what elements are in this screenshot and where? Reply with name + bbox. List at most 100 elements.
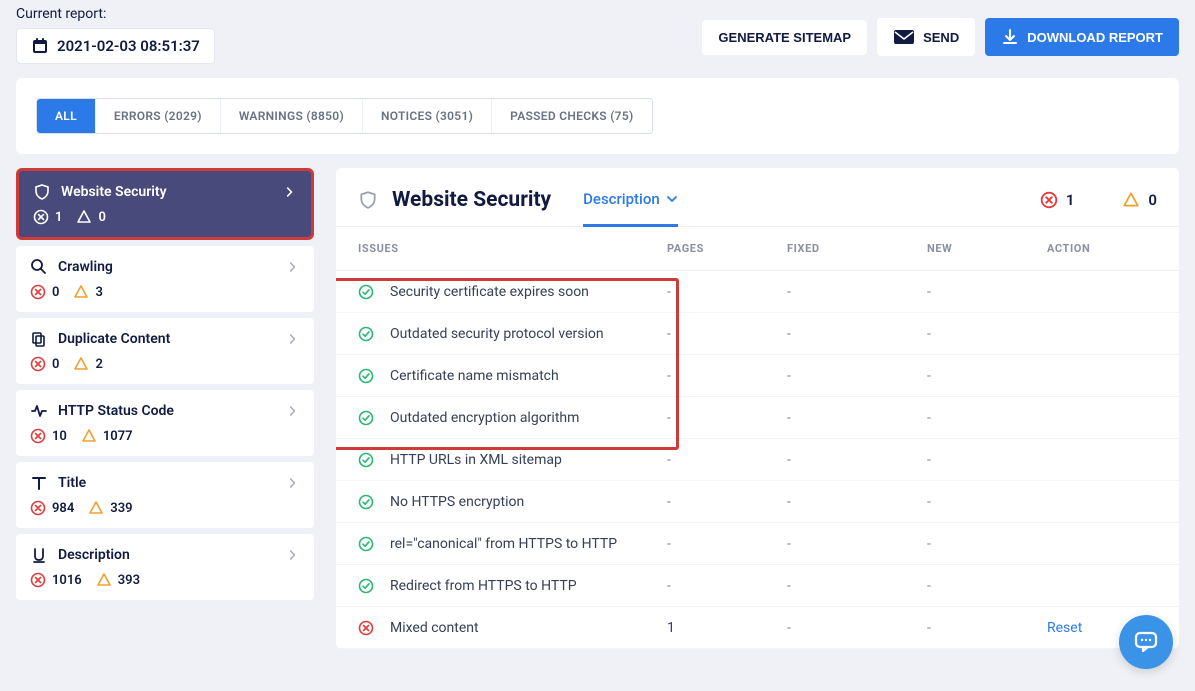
chevron-right-icon <box>286 548 300 562</box>
sidebar-item-description[interactable]: Description 1016 393 <box>16 534 314 600</box>
sidebar-item-duplicate-content[interactable]: Duplicate Content 0 2 <box>16 318 314 384</box>
tab-passed-checks[interactable]: PASSED CHECKS (75) <box>492 99 651 133</box>
calendar-icon <box>31 37 49 55</box>
chevron-right-icon <box>286 476 300 490</box>
table-row[interactable]: No HTTPS encryption - - - <box>336 481 1179 523</box>
pages-value: - <box>667 452 787 468</box>
table-row[interactable]: Mixed content 1 - - Reset <box>336 607 1179 649</box>
col-action: ACTION <box>1047 242 1157 255</box>
tab-warnings[interactable]: WARNINGS (8850) <box>221 99 363 133</box>
pages-value: - <box>667 494 787 510</box>
sidebar-item-crawling[interactable]: Crawling 0 3 <box>16 246 314 312</box>
issue-name: Outdated security protocol version <box>390 326 604 342</box>
copy-icon <box>30 330 48 348</box>
sidebar-item-title: Duplicate Content <box>58 331 276 347</box>
issues-panel: Website Security Description 1 0 ISSUES <box>336 168 1179 649</box>
chat-fab[interactable] <box>1119 615 1173 669</box>
severity-tabs-panel: ALLERRORS (2029)WARNINGS (8850)NOTICES (… <box>16 78 1179 154</box>
sidebar-warning-count: 393 <box>96 572 140 588</box>
table-row[interactable]: rel="canonical" from HTTPS to HTTP - - - <box>336 523 1179 565</box>
shield-icon <box>33 183 51 201</box>
send-button[interactable]: SEND <box>877 18 975 56</box>
sidebar-error-count: 1 <box>33 209 62 225</box>
sidebar-warning-count: 0 <box>76 209 105 225</box>
panel-title: Website Security <box>392 188 551 212</box>
sidebar-item-title: Description <box>58 547 276 563</box>
table-row[interactable]: HTTP URLs in XML sitemap - - - <box>336 439 1179 481</box>
description-dropdown[interactable]: Description <box>583 190 678 227</box>
new-value: - <box>927 494 1047 510</box>
new-value: - <box>927 284 1047 300</box>
issue-name: HTTP URLs in XML sitemap <box>390 452 562 468</box>
col-pages: PAGES <box>667 242 787 255</box>
error-icon <box>358 620 374 636</box>
sidebar-error-count: 0 <box>30 356 59 372</box>
check-icon <box>358 452 374 468</box>
sidebar-error-count: 984 <box>30 500 74 516</box>
download-report-button[interactable]: DOWNLOAD REPORT <box>985 18 1179 56</box>
check-icon <box>358 578 374 594</box>
check-icon <box>358 410 374 426</box>
table-row[interactable]: Redirect from HTTPS to HTTP - - - <box>336 565 1179 607</box>
table-row[interactable]: Outdated encryption algorithm - - - <box>336 397 1179 439</box>
table-row[interactable]: Outdated security protocol version - - - <box>336 313 1179 355</box>
pages-value: - <box>667 326 787 342</box>
pages-value: - <box>667 368 787 384</box>
table-row[interactable]: Security certificate expires soon - - - <box>336 271 1179 313</box>
check-icon <box>358 326 374 342</box>
table-row[interactable]: Certificate name mismatch - - - <box>336 355 1179 397</box>
pages-value: - <box>667 410 787 426</box>
check-icon <box>358 368 374 384</box>
generate-sitemap-button[interactable]: GENERATE SITEMAP <box>702 20 867 55</box>
dropdown-label: Description <box>583 190 660 208</box>
download-icon <box>1001 28 1019 46</box>
u-icon <box>30 546 48 564</box>
reset-link[interactable]: Reset <box>1047 620 1082 636</box>
tab-notices[interactable]: NOTICES (3051) <box>363 99 492 133</box>
sidebar-error-count: 10 <box>30 428 67 444</box>
sidebar-item-title: HTTP Status Code <box>58 403 276 419</box>
envelope-icon <box>893 28 915 46</box>
t-icon <box>30 474 48 492</box>
report-timestamp: 2021-02-03 08:51:37 <box>57 37 200 55</box>
chevron-right-icon <box>286 260 300 274</box>
col-issues: ISSUES <box>358 242 667 255</box>
new-value: - <box>927 620 1047 636</box>
chevron-down-icon <box>666 193 678 205</box>
col-fixed: FIXED <box>787 242 927 255</box>
sidebar-item-http-status-code[interactable]: HTTP Status Code 10 1077 <box>16 390 314 456</box>
sidebar-error-count: 1016 <box>30 572 82 588</box>
fixed-value: - <box>787 326 927 342</box>
error-icon <box>1040 191 1058 209</box>
new-value: - <box>927 368 1047 384</box>
new-value: - <box>927 326 1047 342</box>
chevron-right-icon <box>283 185 297 199</box>
fixed-value: - <box>787 410 927 426</box>
chevron-right-icon <box>286 404 300 418</box>
fixed-value: - <box>787 578 927 594</box>
issue-name: rel="canonical" from HTTPS to HTTP <box>390 536 617 552</box>
fixed-value: - <box>787 536 927 552</box>
new-value: - <box>927 410 1047 426</box>
tab-all[interactable]: ALL <box>37 99 96 133</box>
sidebar-warning-count: 339 <box>88 500 132 516</box>
pages-value: - <box>667 284 787 300</box>
issue-name: Certificate name mismatch <box>390 368 559 384</box>
sidebar-item-title[interactable]: Title 984 339 <box>16 462 314 528</box>
table-header: ISSUES PAGES FIXED NEW ACTION <box>336 227 1179 271</box>
new-value: - <box>927 578 1047 594</box>
header-error-count: 1 <box>1040 191 1075 209</box>
sidebar-item-website-security[interactable]: Website Security 1 0 <box>16 168 314 240</box>
sidebar-warning-count: 2 <box>73 356 102 372</box>
current-report-label: Current report: <box>16 6 215 22</box>
fixed-value: - <box>787 620 927 636</box>
issue-name: Outdated encryption algorithm <box>390 410 579 426</box>
tab-errors[interactable]: ERRORS (2029) <box>96 99 221 133</box>
sidebar-warning-count: 3 <box>73 284 102 300</box>
report-selector[interactable]: 2021-02-03 08:51:37 <box>16 28 215 64</box>
pages-value: - <box>667 536 787 552</box>
pages-value: - <box>667 578 787 594</box>
search-icon <box>30 258 48 276</box>
send-label: SEND <box>923 30 959 45</box>
issue-name: Mixed content <box>390 620 479 636</box>
